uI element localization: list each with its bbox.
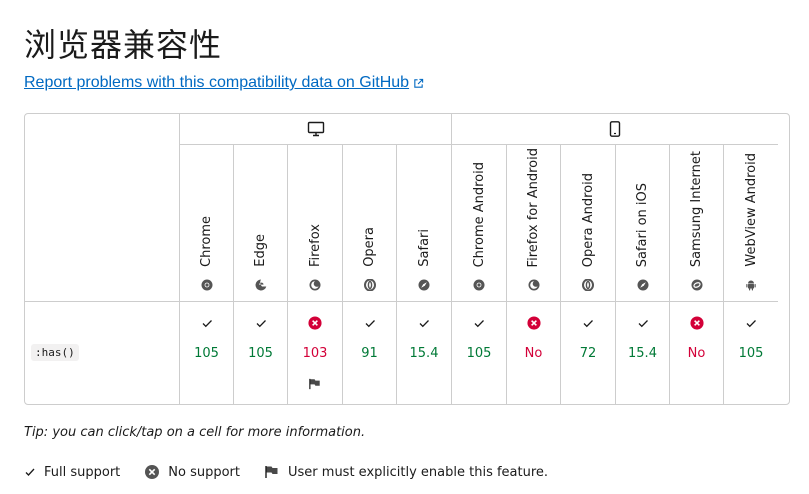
browser-header: Edge	[234, 145, 288, 302]
flag-icon	[265, 466, 278, 478]
legend-no-support-label: No support	[168, 464, 241, 480]
browser-header: Safari	[397, 145, 452, 302]
check-icon	[25, 468, 35, 476]
browser-header: Chrome	[180, 145, 234, 302]
support-cell[interactable]: 105	[234, 302, 288, 404]
android-icon	[746, 280, 756, 291]
corner-cell	[25, 114, 180, 302]
edge-icon	[255, 279, 266, 291]
support-version: 15.4	[409, 346, 439, 361]
legend-full-support-label: Full support	[44, 464, 121, 480]
browser-name: Edge	[253, 234, 268, 267]
safari-icon	[637, 279, 648, 291]
support-version: 91	[361, 346, 378, 361]
firefox-icon	[528, 279, 539, 291]
flag-icon	[309, 378, 320, 390]
page-title: 浏览器兼容性	[24, 26, 223, 64]
legend-flag: User must explicitly enable this feature…	[264, 465, 548, 480]
compat-table: Chrome Edge Firefox Opera Safari Chrome Andro…	[24, 113, 790, 405]
browser-name: Firefox for Android	[526, 147, 541, 267]
browser-header: Opera Android	[561, 145, 616, 302]
check-icon	[583, 320, 593, 328]
support-cell[interactable]: 72	[561, 302, 616, 404]
support-cell[interactable]: 15.4	[397, 302, 452, 404]
check-icon	[256, 320, 266, 328]
platform-header-desktop	[180, 114, 452, 145]
support-version: 15.4	[628, 346, 657, 361]
browser-name: WebView Android	[743, 153, 759, 267]
browser-name: Opera Android	[580, 172, 596, 267]
tip-text: Tip: you can click/tap on a cell for mor…	[24, 425, 366, 440]
opera-icon	[363, 279, 376, 291]
legend: Full support No support User must explic…	[24, 464, 572, 480]
support-version: No	[524, 346, 543, 361]
support-cell[interactable]: 91	[343, 302, 397, 404]
check-icon	[746, 320, 756, 328]
check-icon	[638, 320, 648, 328]
platform-header-mobile	[452, 114, 778, 145]
support-cell[interactable]: 105	[452, 302, 507, 404]
browser-name: Safari on iOS	[635, 182, 650, 267]
opera-icon	[582, 279, 594, 291]
support-version: 105	[738, 346, 764, 361]
chrome-icon	[201, 279, 212, 291]
support-cell[interactable]: 105	[180, 302, 234, 404]
browser-name: Chrome Android	[471, 161, 487, 267]
support-version: 105	[466, 346, 492, 361]
report-link-label: Report problems with this compatibility …	[24, 74, 410, 91]
firefox-icon	[309, 279, 321, 291]
safari-icon	[418, 279, 430, 291]
support-cell[interactable]: 105	[724, 302, 778, 404]
support-cell[interactable]: 103	[288, 302, 343, 404]
feature-cell: :has()	[25, 302, 180, 404]
cross-circle-icon	[145, 465, 160, 479]
samsung-icon	[691, 279, 702, 291]
report-problems-link[interactable]: Report problems with this compatibility …	[24, 74, 424, 92]
browser-header: Chrome Android	[452, 145, 507, 302]
support-cell[interactable]: 15.4	[616, 302, 670, 404]
browser-header: Opera	[343, 145, 397, 302]
chrome-icon	[473, 279, 485, 291]
browser-header: Firefox	[288, 145, 343, 302]
cross-circle-icon	[308, 316, 322, 330]
support-version: 103	[302, 346, 328, 361]
legend-full-support: Full support	[24, 465, 120, 480]
check-icon	[419, 320, 429, 328]
support-cell[interactable]: No	[670, 302, 724, 404]
support-cell[interactable]: No	[507, 302, 561, 404]
support-version: No	[687, 346, 706, 361]
check-icon	[365, 320, 375, 328]
browser-name: Opera	[362, 227, 377, 267]
browser-header: Safari on iOS	[616, 145, 670, 302]
check-icon	[202, 320, 212, 328]
legend-flag-label: User must explicitly enable this feature…	[288, 464, 549, 480]
support-version: 105	[248, 346, 273, 361]
cross-circle-icon	[526, 316, 541, 330]
browser-name: Samsung Internet	[689, 150, 704, 267]
browser-name: Safari	[416, 229, 432, 267]
browser-header: WebView Android	[724, 145, 778, 302]
browser-header: Firefox for Android	[507, 145, 561, 302]
browser-header: Samsung Internet	[670, 145, 724, 302]
feature-name[interactable]: :has()	[31, 344, 79, 361]
support-version: 72	[579, 346, 597, 361]
cross-circle-icon	[689, 316, 704, 330]
external-link-icon	[414, 78, 424, 88]
browser-name: Chrome	[199, 216, 214, 267]
mobile-icon	[609, 121, 621, 137]
browser-name: Firefox	[307, 223, 323, 267]
support-version: 105	[194, 346, 219, 361]
check-icon	[474, 320, 484, 328]
desktop-icon	[307, 121, 324, 137]
legend-no-support: No support	[144, 464, 240, 480]
